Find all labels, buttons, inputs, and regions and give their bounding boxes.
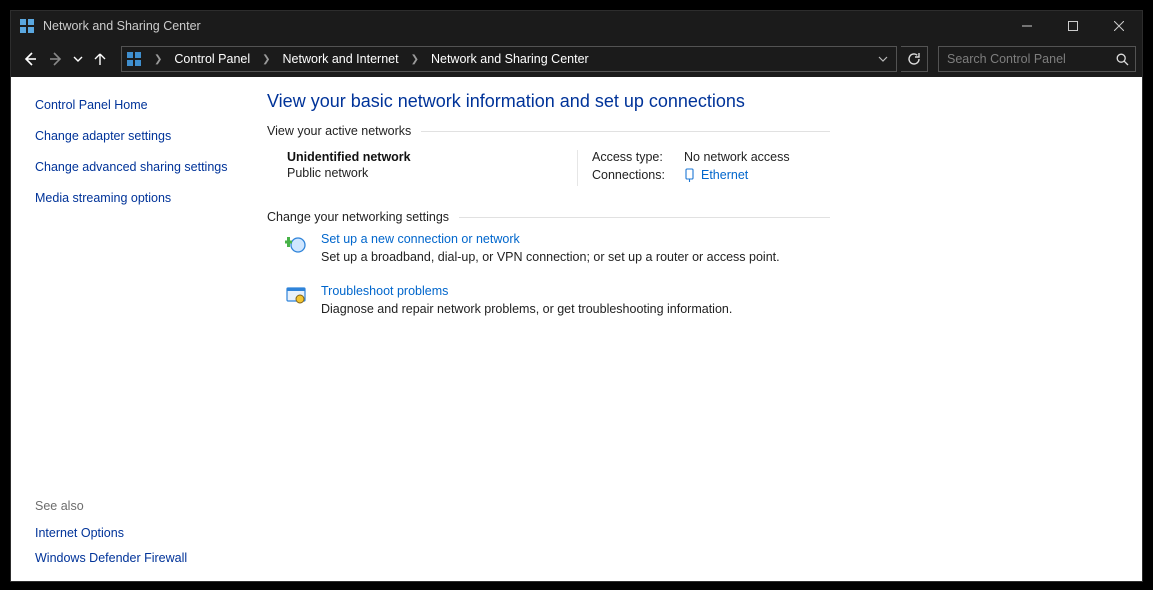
recent-locations-button[interactable] [69, 46, 87, 72]
connections-label: Connections: [592, 168, 684, 182]
back-button[interactable] [17, 46, 43, 72]
setting-link[interactable]: Troubleshoot problems [321, 284, 732, 298]
search-box[interactable] [938, 46, 1136, 72]
troubleshoot-icon [285, 284, 307, 306]
control-panel-home-link[interactable]: Control Panel Home [35, 97, 235, 114]
nav-bar: ❯ Control Panel ❯ Network and Internet ❯… [11, 41, 1142, 77]
page-title: View your basic network information and … [267, 91, 1120, 112]
refresh-button[interactable] [901, 46, 928, 72]
divider [459, 217, 830, 218]
setting-desc: Diagnose and repair network problems, or… [321, 302, 732, 316]
network-name: Unidentified network [287, 150, 577, 164]
connection-link[interactable]: Ethernet [684, 168, 748, 182]
window: Network and Sharing Center [10, 10, 1143, 582]
sidebar-link-media-streaming[interactable]: Media streaming options [35, 190, 235, 207]
address-icon [126, 51, 142, 67]
title-bar: Network and Sharing Center [11, 11, 1142, 41]
breadcrumb-item[interactable]: Control Panel [174, 52, 250, 66]
ethernet-icon [684, 168, 695, 182]
breadcrumb-item[interactable]: Network and Sharing Center [431, 52, 589, 66]
connection-name: Ethernet [701, 168, 748, 182]
address-bar[interactable]: ❯ Control Panel ❯ Network and Internet ❯… [121, 46, 897, 72]
sidebar: Control Panel Home Change adapter settin… [11, 77, 249, 581]
main-panel: View your basic network information and … [249, 77, 1142, 581]
sidebar-link-adapter[interactable]: Change adapter settings [35, 128, 235, 145]
setting-link[interactable]: Set up a new connection or network [321, 232, 780, 246]
app-icon [19, 18, 35, 34]
minimize-button[interactable] [1004, 11, 1050, 41]
maximize-button[interactable] [1050, 11, 1096, 41]
see-also-internet-options[interactable]: Internet Options [35, 525, 235, 542]
sidebar-link-advanced-sharing[interactable]: Change advanced sharing settings [35, 159, 235, 176]
close-button[interactable] [1096, 11, 1142, 41]
chevron-right-icon[interactable]: ❯ [405, 54, 425, 65]
see-also-firewall[interactable]: Windows Defender Firewall [35, 550, 235, 567]
setting-troubleshoot: Troubleshoot problems Diagnose and repai… [285, 284, 1120, 316]
chevron-right-icon[interactable]: ❯ [256, 54, 276, 65]
search-icon[interactable] [1116, 53, 1129, 66]
setting-new-connection: Set up a new connection or network Set u… [285, 232, 1120, 264]
active-network-row: Unidentified network Public network Acce… [287, 150, 1120, 186]
setting-desc: Set up a broadband, dial-up, or VPN conn… [321, 250, 780, 264]
change-settings-label: Change your networking settings [267, 210, 830, 224]
network-kind: Public network [287, 166, 577, 180]
search-input[interactable] [945, 51, 1116, 67]
breadcrumb-item[interactable]: Network and Internet [283, 52, 399, 66]
divider [421, 131, 830, 132]
active-networks-label: View your active networks [267, 124, 830, 138]
window-title: Network and Sharing Center [43, 19, 201, 33]
see-also-label: See also [35, 499, 235, 513]
up-button[interactable] [87, 46, 113, 72]
new-connection-icon [285, 232, 307, 254]
access-type-value: No network access [684, 150, 790, 164]
access-type-label: Access type: [592, 150, 684, 164]
chevron-right-icon[interactable]: ❯ [148, 54, 168, 65]
content-area: Control Panel Home Change adapter settin… [11, 77, 1142, 581]
address-dropdown-button[interactable] [874, 46, 892, 72]
forward-button[interactable] [43, 46, 69, 72]
